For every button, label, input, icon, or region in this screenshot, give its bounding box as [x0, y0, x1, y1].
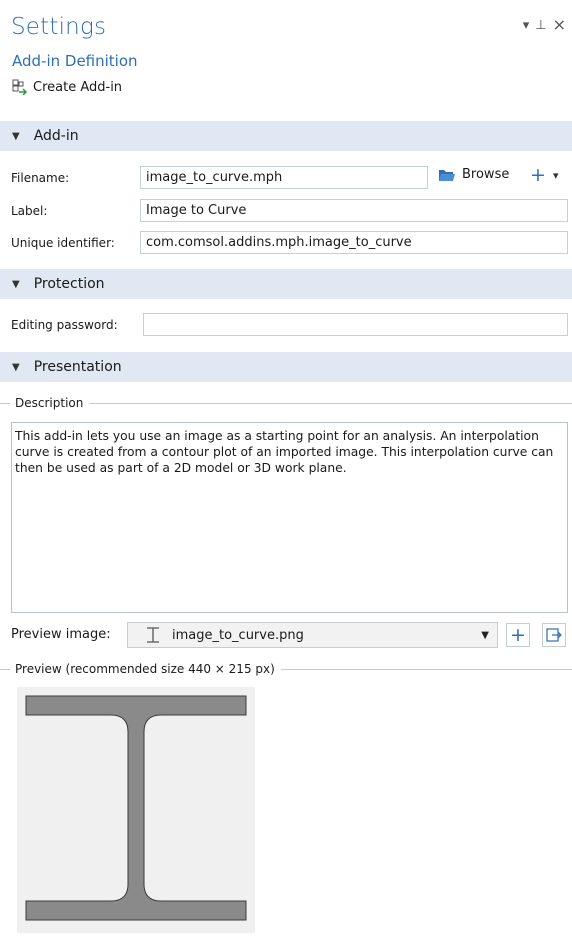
preview-image-value: image_to_curve.png	[172, 627, 304, 643]
description-group-title: Description	[0, 396, 572, 410]
editing-password-label: Editing password:	[11, 318, 118, 332]
section-presentation-label: Presentation	[33, 359, 122, 375]
collapse-triangle-icon: ▼	[12, 278, 20, 290]
add-preview-image-button[interactable]: +	[506, 623, 530, 647]
panel-subtitle: Add-in Definition	[12, 52, 138, 70]
create-addin-button[interactable]: Create Add-in	[12, 79, 122, 95]
close-icon[interactable]: ×	[553, 17, 566, 33]
filename-label: Filename:	[11, 171, 70, 185]
section-addin-label: Add-in	[33, 128, 79, 144]
section-protection[interactable]: ▼ Protection	[0, 269, 572, 299]
export-icon	[546, 628, 562, 642]
add-icon[interactable]: +	[530, 164, 546, 186]
editing-password-field[interactable]	[143, 313, 568, 336]
export-preview-image-button[interactable]	[542, 623, 566, 647]
browse-button[interactable]: Browse	[438, 167, 509, 182]
window-controls: ▾ ⊥ ×	[523, 17, 566, 34]
unique-identifier-label: Unique identifier:	[11, 236, 115, 250]
preview-image-select[interactable]: image_to_curve.png ▼	[127, 622, 498, 648]
create-addin-icon	[12, 79, 28, 95]
chevron-down-icon: ▼	[481, 629, 489, 641]
preview-image	[17, 687, 255, 933]
collapse-triangle-icon: ▼	[12, 361, 20, 373]
folder-icon	[439, 169, 455, 181]
preview-group-label: Preview (recommended size 440 × 215 px)	[15, 662, 275, 676]
add-icon: +	[510, 624, 526, 646]
create-addin-label: Create Add-in	[33, 79, 123, 95]
filename-field[interactable]: image_to_curve.mph	[140, 166, 428, 189]
pin-icon[interactable]: ⊥	[535, 18, 546, 33]
section-addin[interactable]: ▼ Add-in	[0, 121, 572, 151]
unique-identifier-field[interactable]: com.comsol.addins.mph.image_to_curve	[140, 231, 568, 254]
label-field[interactable]: Image to Curve	[140, 199, 568, 222]
ibeam-preview-image	[25, 695, 247, 921]
label-label: Label:	[11, 204, 48, 218]
preview-group-title: Preview (recommended size 440 × 215 px)	[0, 662, 572, 676]
browse-label: Browse	[462, 167, 510, 182]
panel-title: Settings	[11, 14, 107, 40]
description-group-label: Description	[15, 396, 84, 410]
collapse-triangle-icon: ▼	[12, 130, 20, 142]
description-textarea[interactable]: This add-in lets you use an image as a s…	[11, 422, 568, 613]
ibeam-file-icon	[147, 627, 159, 643]
preview-image-label: Preview image:	[11, 627, 111, 642]
dropdown-icon[interactable]: ▾	[523, 18, 530, 33]
add-dropdown-icon[interactable]: ▾	[553, 169, 559, 182]
section-presentation[interactable]: ▼ Presentation	[0, 352, 572, 382]
section-protection-label: Protection	[33, 276, 105, 292]
